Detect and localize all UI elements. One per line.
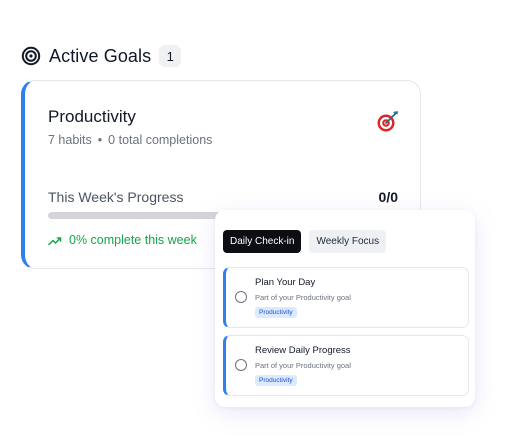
habit-goal-tag: Productivity — [255, 375, 297, 386]
active-goals-header: Active Goals 1 — [21, 44, 182, 68]
tab-daily-check-in[interactable]: Daily Check-in — [223, 230, 302, 253]
dart-icon — [376, 109, 400, 133]
habit-card[interactable]: Plan Your Day Part of your Productivity … — [223, 267, 469, 328]
goal-count-badge: 1 — [159, 45, 182, 67]
goal-title: Productivity — [48, 107, 136, 126]
habit-checkbox[interactable] — [235, 359, 247, 371]
page: Active Goals 1 Productivity 7 habits • 0… — [0, 0, 525, 446]
target-icon — [21, 46, 41, 66]
progress-label: This Week's Progress — [48, 189, 184, 205]
checkin-panel: Daily Check-in Weekly Focus Plan Your Da… — [215, 210, 475, 407]
habit-name: Review Daily Progress — [255, 345, 351, 356]
trend-up-icon — [48, 235, 62, 246]
habit-subtitle: Part of your Productivity goal — [255, 361, 351, 370]
habit-name: Plan Your Day — [255, 277, 316, 288]
weekly-completion: 0% complete this week — [48, 233, 197, 247]
meta-separator: • — [97, 133, 103, 147]
habit-subtitle: Part of your Productivity goal — [255, 293, 351, 302]
completion-count: 0 total completions — [108, 133, 213, 147]
goal-meta: 7 habits • 0 total completions — [48, 133, 212, 147]
habit-goal-tag: Productivity — [255, 307, 297, 318]
tab-weekly-focus[interactable]: Weekly Focus — [309, 230, 387, 253]
progress-count: 0/0 — [378, 189, 398, 205]
checkin-tabs: Daily Check-in Weekly Focus — [223, 230, 387, 253]
completion-text: 0% complete this week — [69, 233, 197, 247]
habit-checkbox[interactable] — [235, 291, 247, 303]
section-title: Active Goals — [49, 45, 152, 66]
habit-count: 7 habits — [48, 133, 92, 147]
habit-card[interactable]: Review Daily Progress Part of your Produ… — [223, 335, 469, 396]
